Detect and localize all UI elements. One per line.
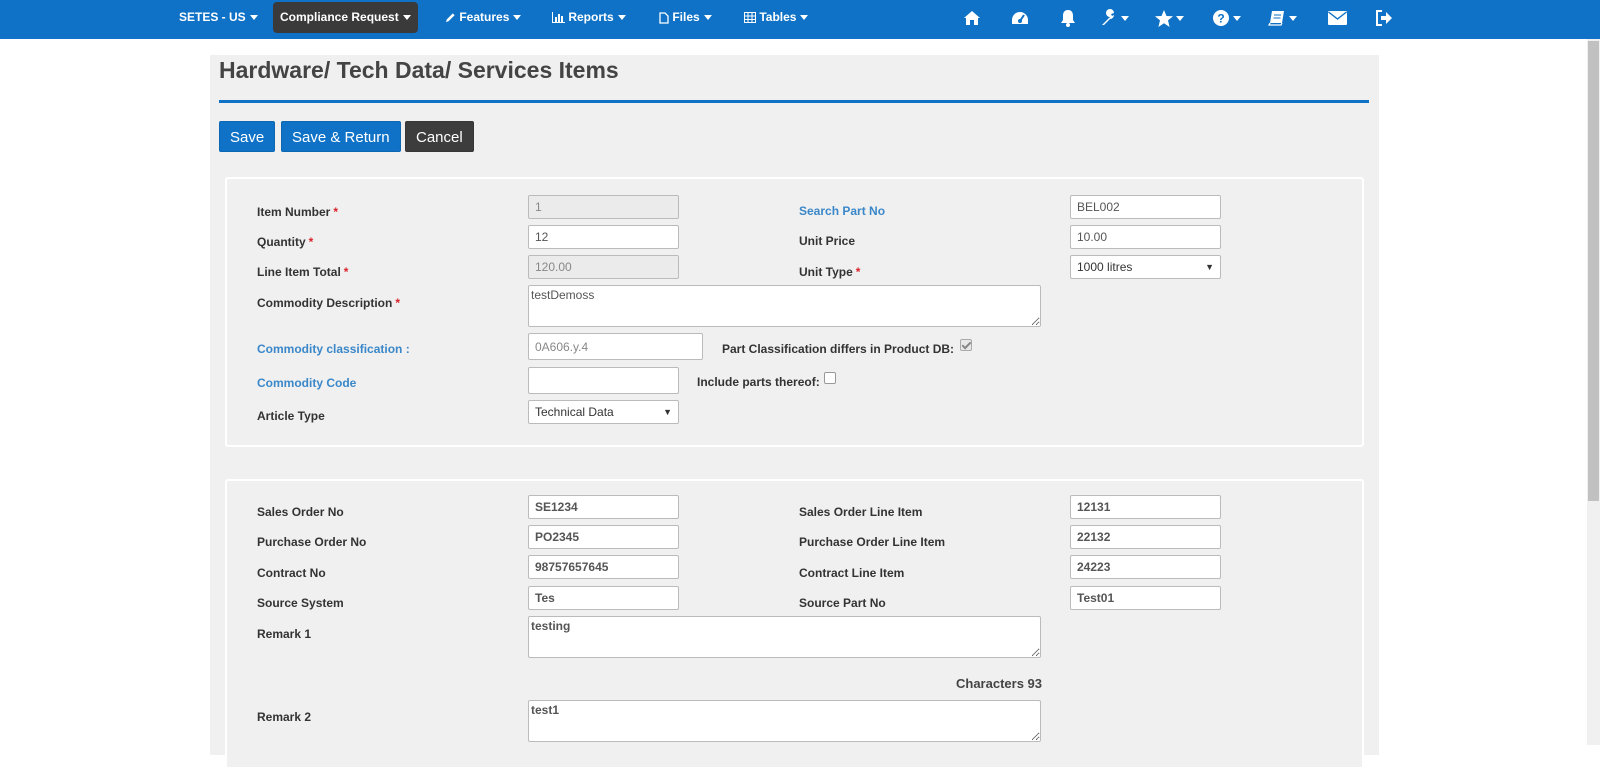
remark-1-label: Remark 1 — [257, 627, 312, 641]
svg-text:?: ? — [1217, 12, 1224, 26]
nav-files-label: Files — [672, 10, 700, 24]
page-title: Hardware/ Tech Data/ Services Items — [219, 57, 619, 83]
table-icon — [744, 12, 756, 24]
nav-files-menu[interactable]: Files — [652, 2, 719, 33]
wrench-icon[interactable] — [1100, 6, 1129, 30]
dropdown-arrow-icon: ▼ — [663, 407, 672, 417]
remark-character-counter: Characters 93 — [956, 676, 1042, 691]
article-type-label: Article Type — [257, 409, 325, 423]
commodity-description-field[interactable]: testDemoss — [528, 285, 1041, 327]
book-icon[interactable] — [1268, 6, 1297, 30]
nav-tables-label: Tables — [759, 10, 797, 24]
nav-compliance-request-menu[interactable]: Compliance Request — [273, 2, 418, 33]
nav-setes-us-label: SETES - US — [179, 10, 246, 24]
page-scrollbar[interactable] — [1587, 39, 1600, 745]
commodity-code-link[interactable]: Commodity Code — [257, 376, 356, 390]
nav-compliance-request-label: Compliance Request — [280, 10, 399, 24]
chevron-down-icon — [703, 15, 712, 21]
article-type-value: Technical Data — [535, 405, 614, 419]
contract-no-label: Contract No — [257, 566, 326, 580]
quantity-field[interactable] — [528, 225, 679, 249]
chevron-down-icon — [1121, 15, 1129, 21]
nav-reports-menu[interactable]: Reports — [545, 2, 633, 33]
chevron-down-icon — [513, 15, 522, 21]
save-button[interactable]: Save — [219, 121, 276, 152]
dashboard-icon[interactable] — [1010, 6, 1030, 30]
chevron-down-icon — [249, 15, 258, 21]
source-part-no-label: Source Part No — [799, 596, 886, 610]
sales-order-line-item-label: Sales Order Line Item — [799, 505, 923, 519]
pencil-icon — [445, 13, 455, 23]
commodity-code-field[interactable] — [528, 367, 679, 394]
star-icon[interactable] — [1155, 6, 1184, 30]
nav-tables-menu[interactable]: Tables — [737, 2, 815, 33]
nav-setes-us-menu[interactable]: SETES - US — [172, 2, 265, 33]
search-part-no-link[interactable]: Search Part No — [799, 204, 885, 218]
purchase-order-no-field[interactable] — [528, 525, 679, 549]
item-number-field[interactable] — [528, 195, 679, 219]
chevron-down-icon — [402, 15, 411, 21]
bell-icon[interactable] — [1060, 6, 1076, 30]
question-icon[interactable]: ? — [1212, 6, 1241, 30]
remark-2-field[interactable]: test1 — [528, 700, 1041, 742]
nav-reports-label: Reports — [568, 10, 614, 24]
article-type-select[interactable]: Technical Data ▼ — [528, 400, 679, 424]
line-item-total-field[interactable] — [528, 255, 679, 279]
source-system-field[interactable] — [528, 586, 679, 610]
logout-icon[interactable] — [1375, 6, 1393, 30]
include-parts-checkbox[interactable] — [824, 372, 836, 384]
purchase-order-line-item-label: Purchase Order Line Item — [799, 535, 946, 549]
envelope-icon[interactable] — [1328, 6, 1347, 30]
chevron-down-icon — [1289, 15, 1297, 21]
unit-type-label: Unit Type * — [799, 265, 861, 279]
dropdown-arrow-icon: ▼ — [1205, 262, 1214, 272]
unit-price-label: Unit Price — [799, 234, 856, 248]
remark-2-label: Remark 2 — [257, 710, 312, 724]
order-details-card: Sales Order No Purchase Order No Contrac… — [225, 479, 1364, 769]
scrollbar-thumb[interactable] — [1588, 41, 1599, 501]
quantity-label: Quantity * — [257, 235, 314, 249]
sales-order-no-label: Sales Order No — [257, 505, 344, 519]
item-details-card: Item Number * Quantity * Line Item Total * … — [225, 177, 1364, 447]
chevron-down-icon — [800, 15, 809, 21]
source-part-no-field[interactable] — [1070, 586, 1221, 610]
sales-order-no-field[interactable] — [528, 495, 679, 519]
save-and-return-button[interactable]: Save & Return — [281, 121, 401, 152]
cancel-button[interactable]: Cancel — [405, 121, 474, 152]
top-navbar: SETES - US Compliance Request Features R… — [0, 0, 1600, 39]
search-part-no-field[interactable] — [1070, 195, 1221, 219]
source-system-label: Source System — [257, 596, 344, 610]
chevron-down-icon — [1176, 15, 1184, 21]
unit-type-select[interactable]: 1000 litres ▼ — [1070, 255, 1221, 279]
commodity-description-label: Commodity Description * — [257, 296, 401, 310]
nav-features-menu[interactable]: Features — [438, 2, 528, 33]
unit-type-value: 1000 litres — [1077, 260, 1133, 274]
commodity-classification-link[interactable]: Commodity classification : — [257, 342, 410, 356]
part-classification-differs-checkbox[interactable] — [960, 339, 972, 351]
commodity-classification-field[interactable] — [528, 333, 703, 360]
purchase-order-line-item-field[interactable] — [1070, 525, 1221, 549]
unit-price-field[interactable] — [1070, 225, 1221, 249]
purchase-order-no-label: Purchase Order No — [257, 535, 367, 549]
bar-chart-icon — [552, 12, 565, 24]
contract-line-item-label: Contract Line Item — [799, 566, 905, 580]
contract-line-item-field[interactable] — [1070, 555, 1221, 579]
main-panel: Hardware/ Tech Data/ Services Items Save… — [210, 55, 1379, 769]
remark-1-field[interactable]: testing — [528, 616, 1041, 658]
line-item-total-label: Line Item Total * — [257, 265, 349, 279]
part-classification-differs-label: Part Classification differs in Product D… — [722, 342, 955, 356]
contract-no-field[interactable] — [528, 555, 679, 579]
chevron-down-icon — [617, 15, 626, 21]
chevron-down-icon — [1233, 15, 1241, 21]
item-number-label: Item Number * — [257, 205, 339, 219]
file-icon — [659, 12, 669, 24]
sales-order-line-item-field[interactable] — [1070, 495, 1221, 519]
nav-features-label: Features — [459, 10, 510, 24]
include-parts-label: Include parts thereof: — [697, 375, 820, 389]
title-divider — [219, 100, 1369, 103]
home-icon[interactable] — [963, 6, 981, 30]
